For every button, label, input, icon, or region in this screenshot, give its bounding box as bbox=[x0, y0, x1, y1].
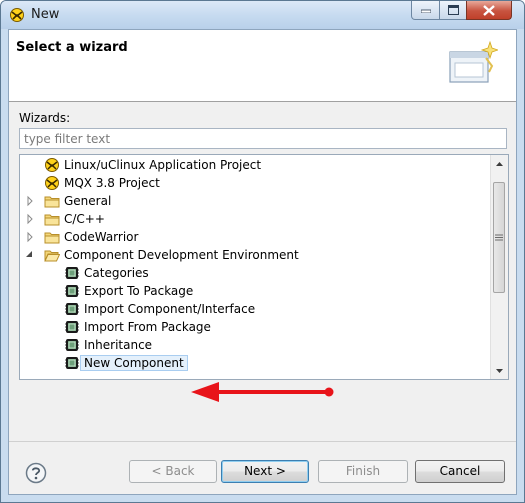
maximize-button[interactable] bbox=[439, 1, 467, 20]
tree-item-label: Inheritance bbox=[84, 338, 153, 352]
collapsed-triangle-icon[interactable] bbox=[24, 231, 36, 243]
finish-button[interactable]: Finish bbox=[318, 460, 408, 483]
wizard-tree[interactable]: Linux/uClinux Application Project MQX 3.8… bbox=[19, 154, 509, 380]
tree-item-label: General bbox=[64, 194, 112, 208]
title-bar[interactable]: New bbox=[1, 1, 524, 29]
collapsed-triangle-icon[interactable] bbox=[24, 213, 36, 225]
close-button[interactable] bbox=[466, 1, 512, 20]
tree-item-label: CodeWarrior bbox=[64, 230, 139, 244]
triangle-up-icon bbox=[496, 161, 503, 166]
folder-icon bbox=[44, 214, 60, 226]
footer-separator bbox=[9, 441, 516, 442]
tree-item-label: C/C++ bbox=[64, 212, 105, 226]
collapsed-triangle-icon[interactable] bbox=[24, 195, 36, 207]
tree-item[interactable]: Linux/uClinux Application Project bbox=[44, 156, 261, 174]
component-icon bbox=[65, 267, 79, 279]
tree-item[interactable]: General bbox=[27, 192, 112, 210]
tree-item[interactable]: Import From Package bbox=[64, 318, 211, 336]
minimize-icon bbox=[420, 9, 431, 13]
tree-item[interactable]: Inheritance bbox=[64, 336, 152, 354]
eclipse-wizard-icon bbox=[10, 8, 24, 22]
tree-item-label: Component Development Environment bbox=[64, 248, 299, 262]
component-icon bbox=[65, 339, 79, 351]
tree-item[interactable]: Import Component/Interface bbox=[64, 300, 255, 318]
wizard-header: Select a wizard bbox=[9, 30, 516, 102]
component-icon bbox=[65, 285, 79, 297]
wizards-label: Wizards: bbox=[19, 111, 71, 125]
help-icon[interactable] bbox=[25, 462, 47, 484]
tree-item[interactable]: Categories bbox=[64, 264, 149, 282]
scroll-thumb[interactable] bbox=[493, 182, 505, 293]
tree-scrollbar[interactable] bbox=[490, 155, 508, 379]
tree-item-label: New Component bbox=[80, 355, 188, 371]
close-icon bbox=[483, 4, 495, 16]
project-icon bbox=[45, 158, 59, 172]
triangle-down-icon bbox=[496, 368, 503, 373]
cancel-button[interactable]: Cancel bbox=[415, 460, 505, 483]
page-title: Select a wizard bbox=[16, 40, 128, 55]
tree-item[interactable]: MQX 3.8 Project bbox=[44, 174, 160, 192]
expanded-triangle-icon[interactable] bbox=[24, 249, 36, 261]
tree-item[interactable]: Export To Package bbox=[64, 282, 193, 300]
filter-input[interactable] bbox=[19, 128, 507, 149]
tree-item-label: Export To Package bbox=[84, 284, 194, 298]
tree-item-label: Import Component/Interface bbox=[84, 302, 256, 316]
tree-item[interactable]: CodeWarrior bbox=[27, 228, 139, 246]
next-button[interactable]: Next > bbox=[221, 460, 309, 483]
annotation-arrow bbox=[191, 382, 334, 402]
tree-item[interactable]: New Component bbox=[64, 354, 188, 372]
component-icon bbox=[65, 357, 79, 369]
component-icon bbox=[65, 321, 79, 333]
tree-item-label: Linux/uClinux Application Project bbox=[64, 158, 262, 172]
folder-icon bbox=[44, 232, 60, 244]
dialog-body: Select a wizard Wizards: Linux/uClinux A… bbox=[8, 29, 517, 495]
scroll-up-arrow[interactable] bbox=[491, 155, 508, 172]
folder-icon bbox=[44, 196, 60, 208]
tree-item-label: Import From Package bbox=[84, 320, 211, 334]
back-button[interactable]: < Back bbox=[129, 460, 217, 483]
minimize-button[interactable] bbox=[411, 1, 440, 20]
component-icon bbox=[65, 303, 79, 315]
window-title: New bbox=[31, 7, 60, 22]
maximize-icon bbox=[447, 5, 459, 15]
tree-item[interactable]: Component Development Environment bbox=[26, 246, 299, 264]
tree-item-label: Categories bbox=[84, 266, 149, 280]
folder-open-icon bbox=[44, 250, 60, 262]
wizard-banner-icon bbox=[449, 40, 498, 83]
project-icon bbox=[45, 176, 59, 190]
new-wizard-dialog: New Select a wizard Wizards: Linux/uClin… bbox=[0, 0, 525, 503]
tree-item-label: MQX 3.8 Project bbox=[64, 176, 160, 190]
grip-icon bbox=[495, 234, 503, 241]
tree-item[interactable]: C/C++ bbox=[27, 210, 105, 228]
scroll-down-arrow[interactable] bbox=[491, 362, 508, 379]
